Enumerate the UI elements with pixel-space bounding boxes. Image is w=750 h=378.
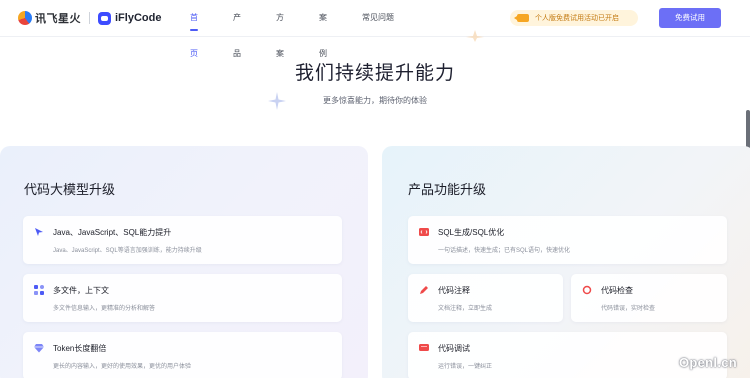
brand-divider	[89, 12, 90, 24]
card-title: 代码注释	[438, 286, 470, 295]
panel-title: 代码大模型升级	[24, 182, 116, 197]
top-header: 讯飞星火 iFlyCode 首页 产品 方案 案例 常见问题 个人版免费试用活动…	[0, 0, 750, 58]
nav-products[interactable]: 产品	[233, 0, 241, 58]
nav-home[interactable]: 首页	[190, 0, 198, 58]
card-description: 运行错误，一键纠正	[438, 364, 493, 370]
card-description: 代码错误，实时检查	[601, 306, 656, 312]
feature-card: 多文件，上下文 多文件信息输入，更精准的分析和解答	[23, 274, 342, 322]
diamond-icon	[34, 344, 44, 353]
feature-card: 代码注释 文档注释，立即生成	[408, 274, 563, 322]
card-title: Java、JavaScript、SQL能力提升	[53, 228, 172, 237]
watermark: Openl.cn	[679, 355, 738, 370]
nav-cases[interactable]: 案例	[319, 0, 327, 58]
pen-icon	[420, 286, 428, 294]
nav-solutions[interactable]: 方案	[276, 0, 284, 58]
page-title: 我们持续提升能力	[294, 63, 455, 84]
panel-title: 产品功能升级	[408, 182, 487, 197]
card-title: Token长度翻倍	[53, 344, 107, 353]
product-name: iFlyCode	[115, 12, 162, 24]
nav-faq[interactable]: 常见问题	[362, 0, 394, 37]
card-title: 多文件，上下文	[53, 286, 109, 295]
feature-card: Token长度翻倍 更长的内容输入，更好的使用效果，更优的用户体验	[23, 332, 342, 378]
card-title: SQL生成/SQL优化	[438, 228, 505, 237]
promo-text: 个人版免费试用活动已开启	[535, 15, 619, 22]
megaphone-icon	[514, 14, 529, 22]
page-subtitle: 更多惊喜能力，期待你的体验	[323, 96, 427, 105]
feature-card: SQL生成/SQL优化 一句话描述，快速生成；已有SQL语句，快速优化	[408, 216, 727, 264]
brand[interactable]: 讯飞星火 iFlyCode	[18, 9, 161, 27]
xinghuo-logo-icon	[18, 11, 32, 25]
brand-name: 讯飞星火	[35, 13, 81, 25]
decorative-star-icon	[466, 30, 484, 42]
card-description: Java、JavaScript、SQL等语言加强训练，能力持续升级	[53, 248, 202, 254]
iflycode-logo-icon	[98, 11, 111, 25]
card-description: 多文件信息输入，更精准的分析和解答	[53, 306, 156, 312]
debug-icon	[419, 344, 429, 351]
card-title: 代码调试	[438, 344, 470, 353]
free-trial-button[interactable]: 免费试用	[659, 8, 721, 28]
sql-icon	[419, 228, 429, 236]
model-upgrade-panel: 代码大模型升级 Java、JavaScript、SQL能力提升 Java、Jav…	[0, 146, 368, 378]
feature-card: 代码检查 代码错误，实时检查	[571, 274, 727, 322]
promo-banner[interactable]: 个人版免费试用活动已开启	[510, 10, 638, 26]
grid-icon	[34, 285, 44, 295]
card-title: 代码检查	[601, 286, 633, 295]
arrow-icon	[35, 228, 43, 236]
inspect-icon	[582, 285, 592, 295]
card-description: 更长的内容输入，更好的使用效果，更优的用户体验	[53, 364, 192, 370]
product-upgrade-panel: 产品功能升级 SQL生成/SQL优化 一句话描述，快速生成；已有SQL语句，快速…	[382, 146, 750, 378]
card-description: 一句话描述，快速生成；已有SQL语句，快速优化	[438, 248, 571, 254]
card-description: 文档注释，立即生成	[438, 306, 493, 312]
feature-card: Java、JavaScript、SQL能力提升 Java、JavaScript、…	[23, 216, 342, 264]
